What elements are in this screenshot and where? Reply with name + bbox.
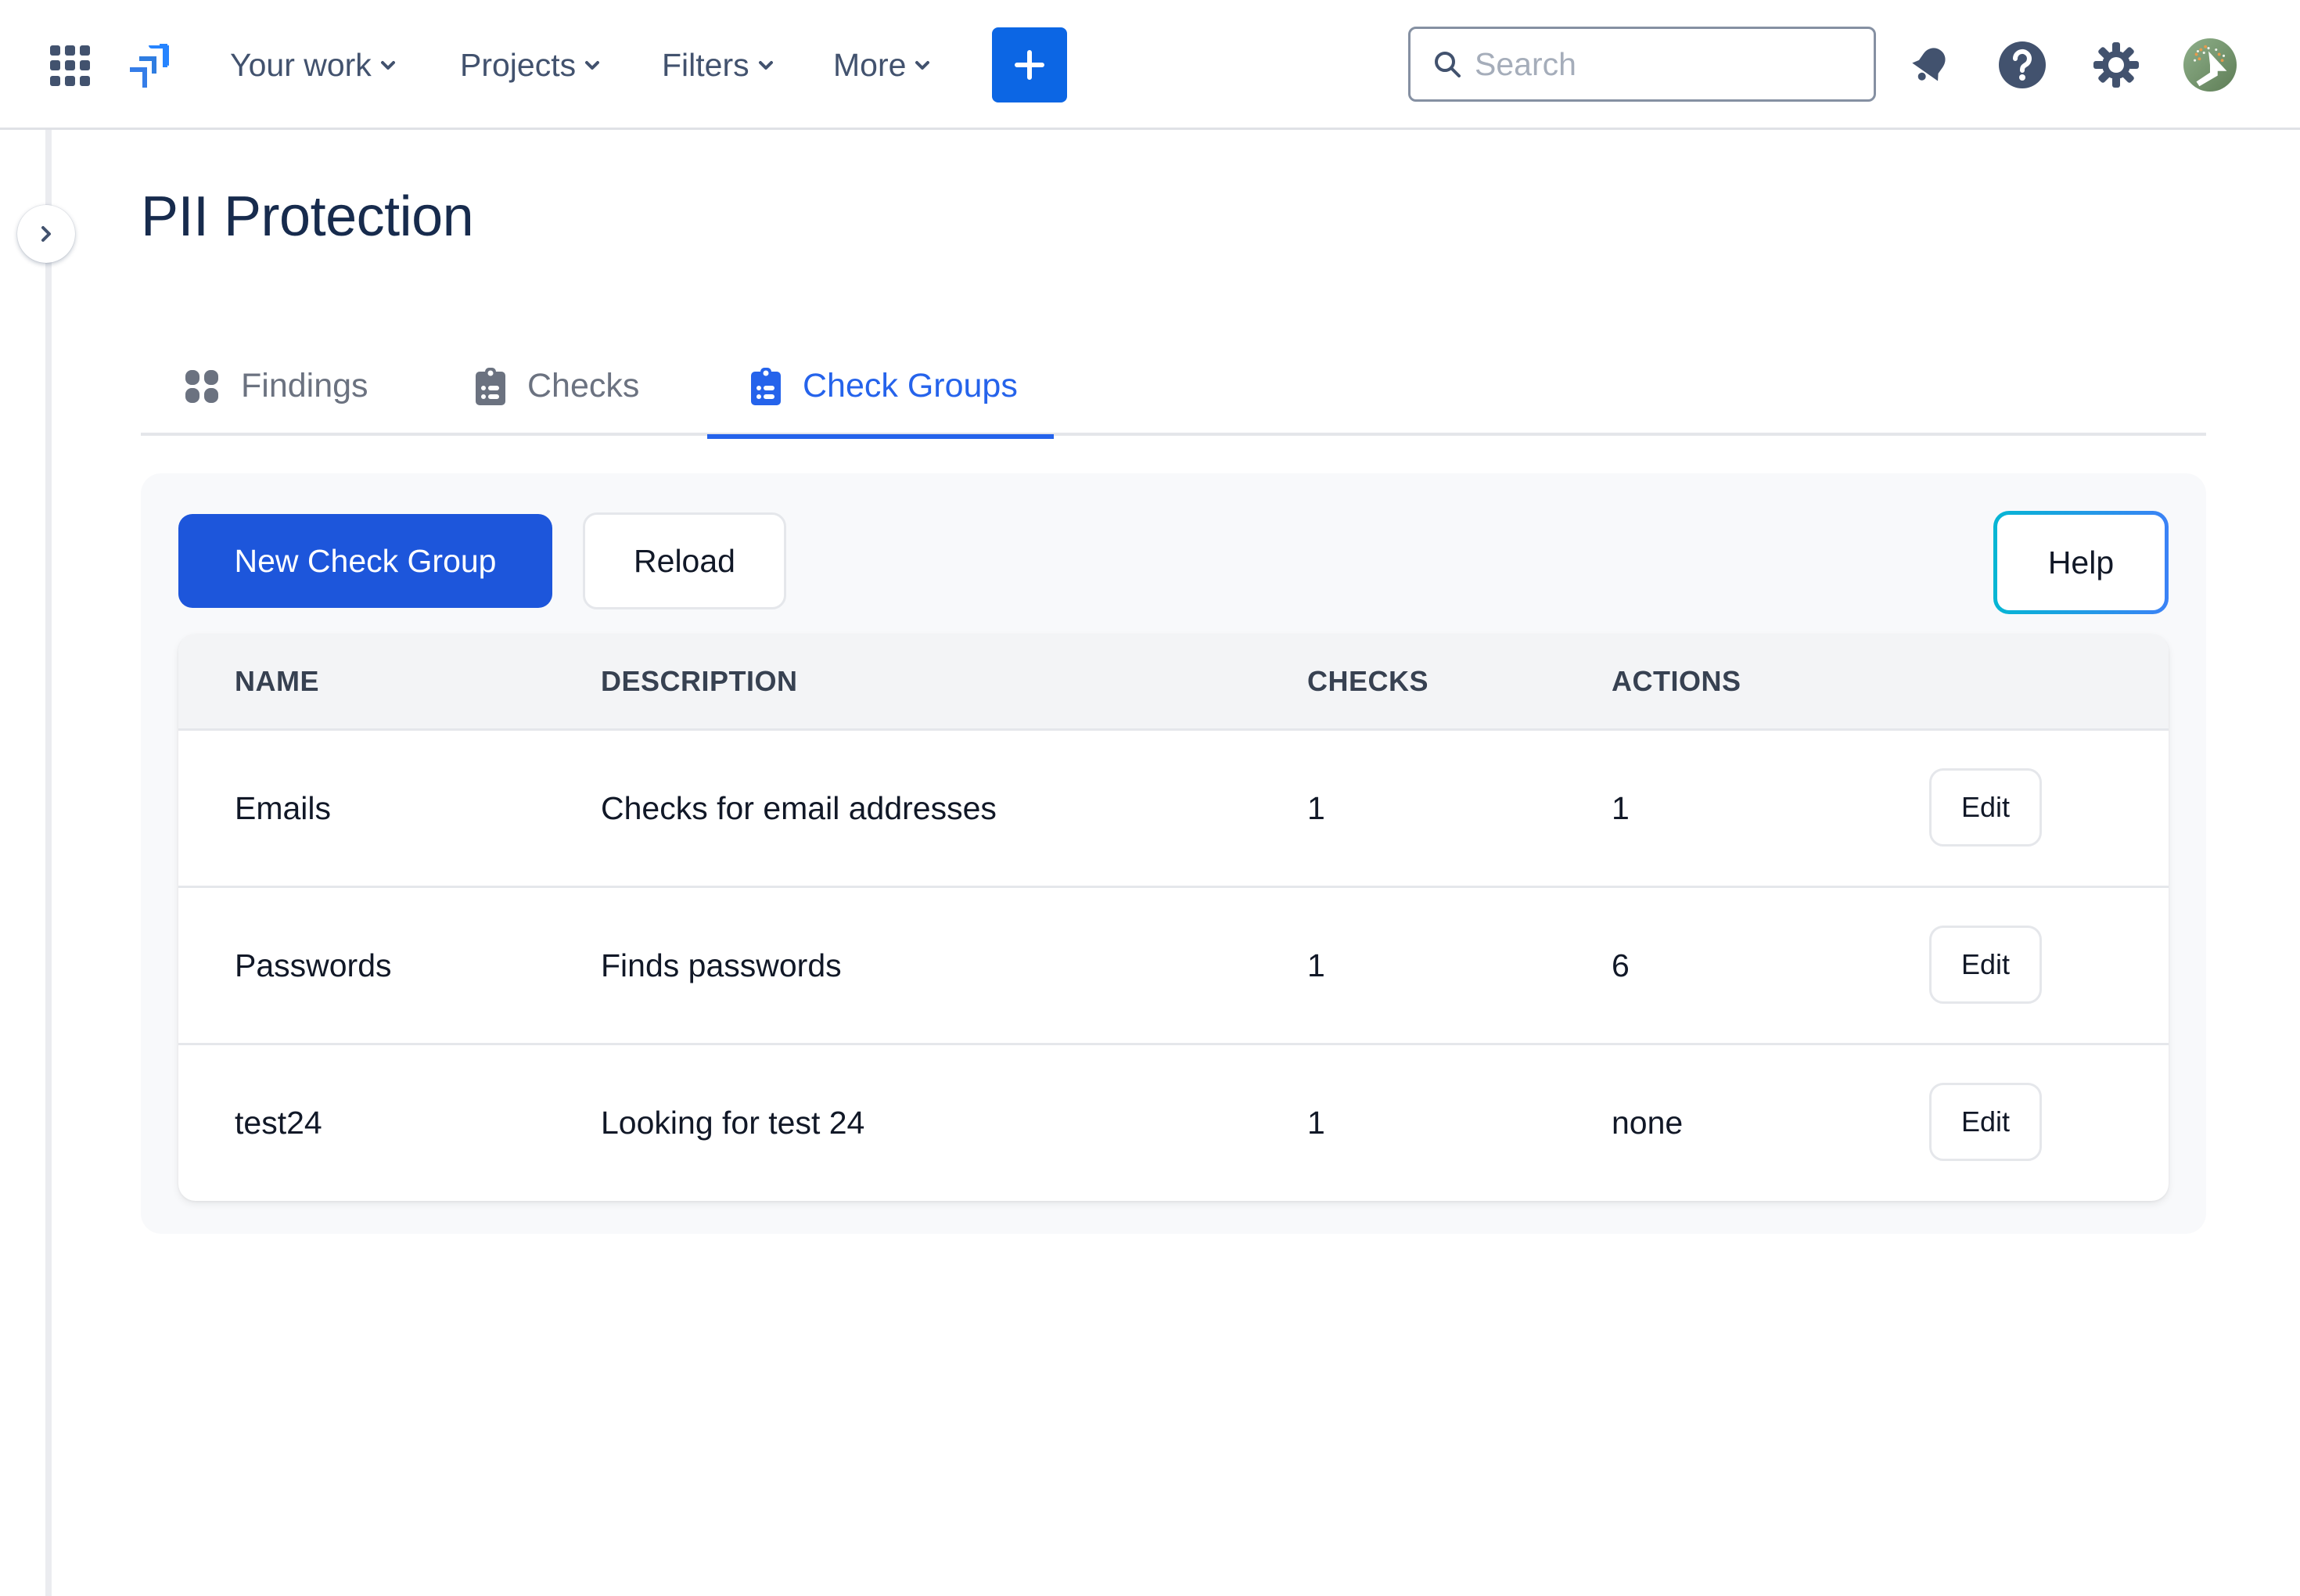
help-button[interactable]: Help (1993, 511, 2169, 614)
settings-button[interactable] (2089, 38, 2144, 92)
help-button-label: Help (1997, 515, 2165, 610)
sidebar-rail (45, 130, 52, 1596)
question-circle-icon (1999, 41, 2046, 88)
user-avatar[interactable] (2183, 38, 2237, 92)
nav-your-work[interactable]: Your work (230, 39, 397, 91)
notifications-button[interactable] (1903, 38, 1957, 92)
check-groups-table: NAME DESCRIPTION CHECKS ACTIONS Emails C… (178, 634, 2169, 1201)
grid-four-icon (185, 369, 218, 403)
edit-button[interactable]: Edit (1929, 1083, 2042, 1161)
cell-description: Finds passwords (601, 947, 842, 983)
create-button[interactable] (992, 27, 1067, 102)
column-header-name: NAME (235, 665, 319, 697)
cell-actions: 1 (1612, 789, 1630, 826)
cell-actions: 6 (1612, 947, 1630, 983)
edit-button[interactable]: Edit (1929, 768, 2042, 847)
table-header: NAME DESCRIPTION CHECKS ACTIONS (178, 634, 2169, 728)
app-switcher-icon[interactable] (50, 45, 91, 86)
cell-checks: 1 (1307, 947, 1325, 983)
check-groups-panel: New Check Group Reload Help NAME DESCRIP… (141, 473, 2206, 1234)
cell-checks: 1 (1307, 1104, 1325, 1141)
nav-more[interactable]: More (833, 39, 931, 91)
chevron-right-icon (41, 226, 51, 242)
help-button[interactable] (1995, 38, 2050, 92)
cell-name: Passwords (235, 947, 392, 983)
tab-check-groups-label: Check Groups (803, 367, 1018, 404)
nav-filters[interactable]: Filters (662, 39, 774, 91)
tab-checks[interactable]: Checks (476, 336, 639, 436)
cell-description: Looking for test 24 (601, 1104, 865, 1141)
tab-findings[interactable]: Findings (185, 336, 368, 436)
column-header-description: DESCRIPTION (601, 665, 798, 697)
avatar-icon (2183, 38, 2237, 92)
clipboard-list-icon (476, 367, 505, 405)
cell-checks: 1 (1307, 789, 1325, 826)
nav-your-work-label: Your work (230, 46, 372, 83)
chevron-down-icon (585, 61, 600, 70)
search-box[interactable] (1408, 27, 1876, 102)
tab-check-groups[interactable]: Check Groups (707, 336, 1054, 439)
cell-name: Emails (235, 789, 332, 826)
search-input[interactable] (1475, 45, 1850, 83)
cell-name: test24 (235, 1104, 322, 1141)
column-header-checks: CHECKS (1307, 665, 1429, 697)
reload-button[interactable]: Reload (583, 512, 786, 609)
cell-actions: none (1612, 1104, 1684, 1141)
clipboard-list-icon (751, 367, 781, 405)
new-check-group-button[interactable]: New Check Group (178, 514, 552, 608)
cell-description: Checks for email addresses (601, 789, 997, 826)
jira-logo-icon[interactable] (125, 42, 174, 91)
expand-sidebar-button[interactable] (17, 205, 75, 263)
chevron-down-icon (758, 61, 773, 70)
table-row: test24 Looking for test 24 1 none Edit (178, 1043, 2169, 1200)
top-navigation-bar: Your work Projects Filters More (0, 0, 2300, 130)
table-row: Passwords Finds passwords 1 6 Edit (178, 886, 2169, 1043)
page-title: PII Protection (141, 185, 474, 248)
tab-bar: Findings Checks Check Groups (141, 336, 2206, 439)
plus-icon (1015, 50, 1044, 80)
tab-findings-label: Findings (241, 367, 368, 404)
nav-more-label: More (833, 46, 907, 83)
nav-filters-label: Filters (662, 46, 749, 83)
table-row: Emails Checks for email addresses 1 1 Ed… (178, 728, 2169, 886)
chevron-down-icon (380, 61, 395, 70)
search-icon (1435, 52, 1461, 77)
chevron-down-icon (915, 61, 930, 70)
nav-projects[interactable]: Projects (460, 39, 601, 91)
edit-button[interactable]: Edit (1929, 926, 2042, 1004)
nav-projects-label: Projects (460, 46, 577, 83)
bell-icon (1912, 48, 1946, 81)
tab-checks-label: Checks (527, 367, 640, 404)
gear-icon (2093, 42, 2139, 88)
column-header-actions: ACTIONS (1612, 665, 1741, 697)
